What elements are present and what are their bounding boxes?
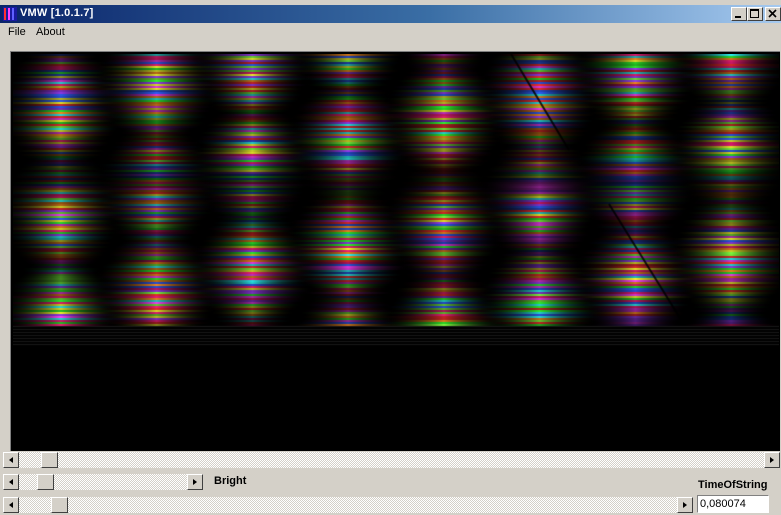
time-thumb[interactable] xyxy=(51,497,68,513)
scroll-left-button[interactable] xyxy=(3,452,19,468)
menu-file[interactable]: File xyxy=(6,26,28,38)
time-of-string-input[interactable] xyxy=(697,495,769,513)
arrow-left-icon xyxy=(9,457,13,463)
minimize-icon xyxy=(735,16,741,18)
maximize-button[interactable] xyxy=(747,7,763,21)
time-right-button[interactable] xyxy=(677,497,693,513)
close-button[interactable] xyxy=(765,7,781,21)
video-display xyxy=(10,51,780,451)
arrow-right-icon xyxy=(193,479,197,485)
close-icon xyxy=(768,9,777,18)
bright-label: Bright xyxy=(214,475,247,487)
time-of-string-label: TimeOfString xyxy=(698,479,768,491)
main-scrollbar[interactable] xyxy=(3,452,780,468)
menu-about[interactable]: About xyxy=(34,26,67,38)
window-title: VMW [1.0.1.7] xyxy=(20,7,94,19)
menu-bar: File About xyxy=(0,24,781,42)
time-left-button[interactable] xyxy=(3,497,19,513)
time-of-string-slider[interactable] xyxy=(3,497,693,513)
arrow-right-icon xyxy=(770,457,774,463)
maximize-icon xyxy=(750,9,759,18)
main-scroll-thumb[interactable] xyxy=(41,452,58,468)
arrow-right-icon xyxy=(683,502,687,508)
title-bar[interactable]: VMW [1.0.1.7] xyxy=(0,5,781,23)
scroll-right-button[interactable] xyxy=(764,452,780,468)
bright-thumb[interactable] xyxy=(37,474,54,490)
waveform-visualization xyxy=(13,54,779,398)
bright-slider[interactable] xyxy=(3,474,203,490)
minimize-button[interactable] xyxy=(731,7,747,21)
bright-right-button[interactable] xyxy=(187,474,203,490)
arrow-left-icon xyxy=(9,479,13,485)
app-icon[interactable] xyxy=(3,7,17,21)
bright-left-button[interactable] xyxy=(3,474,19,490)
arrow-left-icon xyxy=(9,502,13,508)
